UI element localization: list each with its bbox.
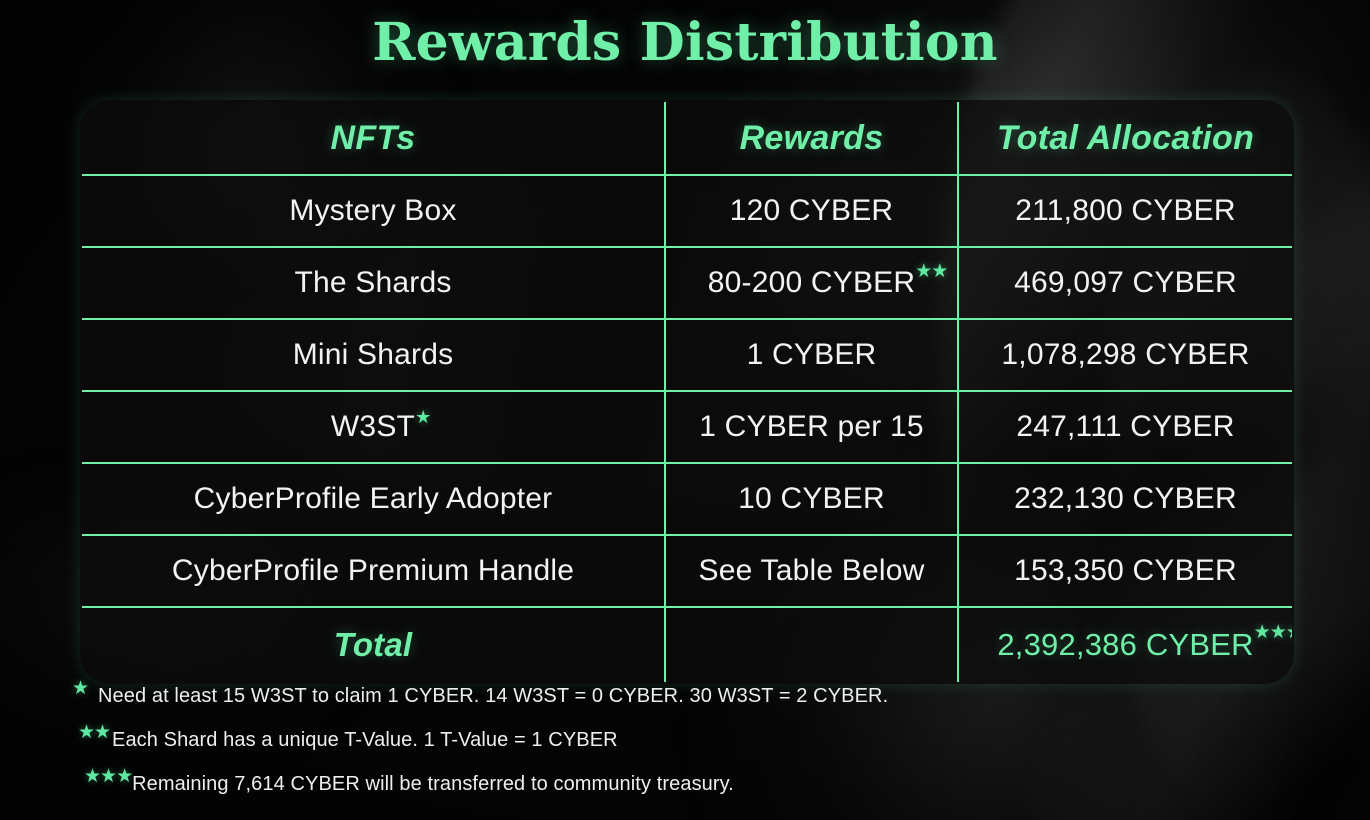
total-allocation-value: 2,392,386 CYBER	[997, 627, 1254, 662]
cell-total-reward	[664, 606, 959, 682]
cell-reward: 120 CYBER	[664, 174, 959, 248]
column-header-total-allocation: Total Allocation	[957, 102, 1292, 176]
cell-reward: 1 CYBER	[664, 318, 959, 392]
footnote-star-icon: ★★	[78, 722, 111, 743]
footnote-item: ★★★ Remaining 7,614 CYBER will be transf…	[84, 766, 1312, 796]
page-title: Rewards Distribution	[372, 12, 998, 73]
table-row: CyberProfile Premium Handle See Table Be…	[82, 534, 1292, 608]
reward-value: 1 CYBER per 15	[699, 410, 924, 443]
footnotes-list: ★ Need at least 15 W3ST to claim 1 CYBER…	[72, 678, 1312, 810]
table-header: NFTs Rewards Total Allocation	[82, 102, 1292, 176]
cell-reward: 1 CYBER per 15	[664, 390, 959, 464]
cell-reward: 80-200 CYBER ★★	[664, 246, 959, 320]
footnote-text: Need at least 15 W3ST to claim 1 CYBER. …	[98, 685, 889, 707]
footnote-star-icon: ★★	[915, 261, 948, 282]
table-row: Mystery Box 120 CYBER 211,800 CYBER	[82, 174, 1292, 248]
cell-total-allocation: 2,392,386 CYBER★★★	[957, 606, 1292, 682]
reward-value: 10 CYBER	[738, 482, 885, 515]
cell-reward: 10 CYBER	[664, 462, 959, 536]
cell-allocation: 247,111 CYBER	[957, 390, 1292, 464]
cell-nft-name: Mini Shards	[82, 318, 666, 392]
allocation-value: 1,078,298 CYBER	[1001, 338, 1250, 371]
allocation-value: 247,111 CYBER	[1016, 410, 1235, 443]
footnote-text: Remaining 7,614 CYBER will be transferre…	[132, 773, 734, 795]
cell-nft-name: CyberProfile Early Adopter	[82, 462, 666, 536]
cell-allocation: 232,130 CYBER	[957, 462, 1292, 536]
rewards-table-container: NFTs Rewards Total Allocation Mystery Bo…	[80, 100, 1294, 684]
nft-label: CyberProfile Early Adopter	[193, 482, 553, 515]
nft-label: Mini Shards	[292, 338, 454, 371]
table-row: CyberProfile Early Adopter 10 CYBER 232,…	[82, 462, 1292, 536]
total-label: Total	[333, 626, 413, 663]
nft-label: The Shards	[294, 266, 452, 299]
cell-allocation: 469,097 CYBER	[957, 246, 1292, 320]
rewards-distribution-table: NFTs Rewards Total Allocation Mystery Bo…	[80, 100, 1294, 684]
allocation-value: 232,130 CYBER	[1014, 482, 1237, 515]
footnote-star-icon: ★★★	[84, 766, 133, 787]
cell-allocation: 153,350 CYBER	[957, 534, 1292, 608]
column-header-rewards: Rewards	[664, 102, 959, 176]
table-row-total: Total 2,392,386 CYBER★★★	[82, 606, 1292, 682]
footnote-text: Each Shard has a unique T-Value. 1 T-Val…	[112, 729, 618, 751]
allocation-value: 469,097 CYBER	[1014, 266, 1237, 299]
table-row: W3ST ★ 1 CYBER per 15 247,111 CYBER	[82, 390, 1292, 464]
header-row: NFTs Rewards Total Allocation	[82, 102, 1292, 176]
reward-value: 120 CYBER	[729, 194, 894, 227]
footnote-item: ★★ Each Shard has a unique T-Value. 1 T-…	[78, 722, 1312, 752]
nft-label: W3ST	[330, 410, 416, 443]
table-row: The Shards 80-200 CYBER ★★ 469,097 CYBER	[82, 246, 1292, 320]
footnote-star-icon: ★★★	[1253, 622, 1292, 643]
cell-total-label: Total	[82, 606, 666, 682]
cell-allocation: 1,078,298 CYBER	[957, 318, 1292, 392]
column-header-nfts: NFTs	[82, 102, 666, 176]
allocation-value: 153,350 CYBER	[1014, 554, 1237, 587]
reward-value: See Table Below	[698, 554, 925, 587]
table-body: Mystery Box 120 CYBER 211,800 CYBER The …	[82, 174, 1292, 682]
cell-nft-name: CyberProfile Premium Handle	[82, 534, 666, 608]
reward-value: 1 CYBER	[746, 338, 877, 371]
nft-label: Mystery Box	[289, 194, 457, 227]
footnote-star-icon: ★	[415, 407, 431, 427]
cell-nft-name: Mystery Box	[82, 174, 666, 248]
cell-nft-name: W3ST ★	[82, 390, 666, 464]
reward-value: 80-200 CYBER	[707, 266, 916, 299]
table-row: Mini Shards 1 CYBER 1,078,298 CYBER	[82, 318, 1292, 392]
cell-nft-name: The Shards	[82, 246, 666, 320]
footnote-star-icon: ★	[72, 678, 89, 699]
cell-reward: See Table Below	[664, 534, 959, 608]
cell-allocation: 211,800 CYBER	[957, 174, 1292, 248]
allocation-value: 211,800 CYBER	[1015, 194, 1236, 227]
nft-label: CyberProfile Premium Handle	[171, 554, 575, 587]
footnote-item: ★ Need at least 15 W3ST to claim 1 CYBER…	[72, 678, 1312, 708]
